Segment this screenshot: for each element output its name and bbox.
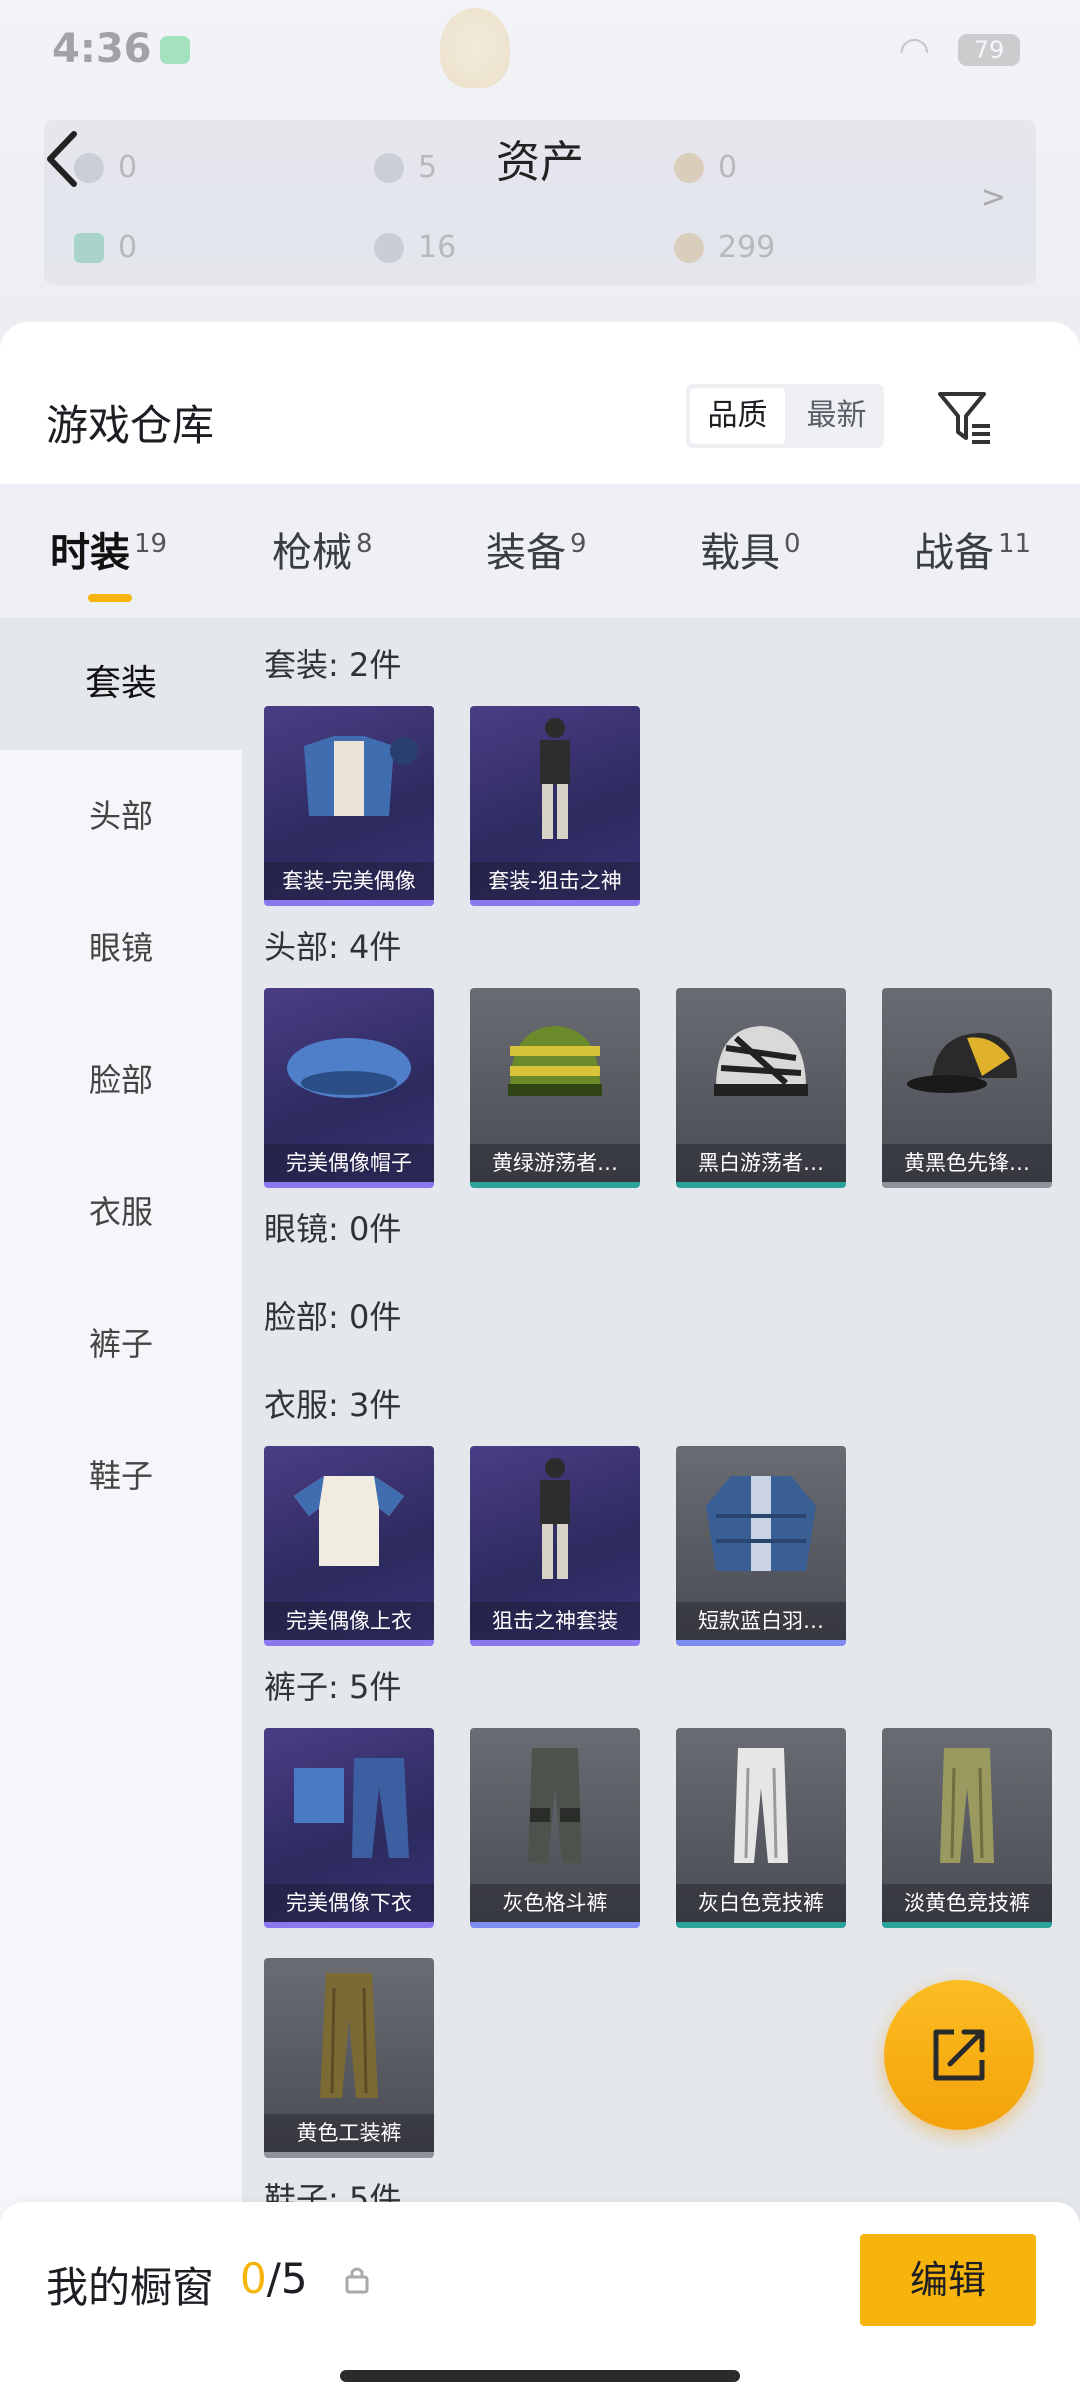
beret-icon [287, 1038, 411, 1098]
item-card[interactable]: 完美偶像帽子 [264, 988, 434, 1188]
flame-icon [440, 8, 510, 88]
item-list[interactable]: 套装: 2件 套装-完美偶像 套装-狙击之神 头部: 4件 完美偶像帽子 黄绿游… [242, 618, 1080, 2400]
section-title: 套装: 2件 [264, 646, 402, 684]
tab-vehicles[interactable]: 载具 0 [700, 520, 801, 578]
status-time: 4:36 [52, 26, 152, 72]
wifi-icon: ◠ [898, 30, 930, 71]
pants-icon [320, 1973, 378, 2098]
item-name: 灰色格斗裤 [470, 1884, 640, 1922]
shirt-icon [294, 1476, 404, 1566]
home-indicator[interactable] [340, 2370, 740, 2382]
warehouse-title: 游戏仓库 [46, 401, 215, 450]
wechat-icon [160, 36, 190, 64]
section-title: 眼镜: 0件 [264, 1210, 402, 1248]
item-name: 黄绿游荡者… [470, 1144, 640, 1182]
showcase-count: 0/5 [240, 2254, 308, 2303]
sidebar-item-shoes[interactable]: 鞋子 [0, 1410, 242, 1542]
jacket-icon [706, 1476, 816, 1571]
tab-fashion[interactable]: 时装 19 [50, 520, 167, 578]
item-card[interactable]: 灰白色竞技裤 [676, 1728, 846, 1928]
item-name: 套装-完美偶像 [264, 862, 434, 900]
warehouse-card: 游戏仓库 品质 最新 时装 19 枪械 8 装备 9 载具 0 战备 11 套装 头部 眼… [0, 322, 1080, 2400]
outfit-icon [540, 1458, 570, 1579]
outfit-icon [540, 718, 570, 839]
item-card[interactable]: 套装-狙击之神 [470, 706, 640, 906]
item-card[interactable]: 套装-完美偶像 [264, 706, 434, 906]
showcase-bar: 我的橱窗 0/5 编辑 [0, 2202, 1080, 2400]
item-name: 套装-狙击之神 [470, 862, 640, 900]
page-title: 资产 [496, 137, 584, 188]
item-name: 黄色工装裤 [264, 2114, 434, 2152]
sidebar-item-face[interactable]: 脸部 [0, 1014, 242, 1146]
showcase-label: 我的橱窗 [46, 2263, 215, 2312]
ticket-icon [74, 232, 104, 263]
asset-item: 299 [674, 230, 775, 265]
item-name: 淡黄色竞技裤 [882, 1884, 1052, 1922]
top-header: 4:36 ◠ 79 0 5 0 0 16 299 > 资产 [0, 0, 1080, 330]
pants-icon [734, 1748, 788, 1863]
item-name: 狙击之神套装 [470, 1602, 640, 1640]
side-nav: 套装 头部 眼镜 脸部 衣服 裤子 鞋子 [0, 618, 242, 2400]
sidebar-item-suits[interactable]: 套装 [0, 618, 242, 750]
sidebar-item-pants[interactable]: 裤子 [0, 1278, 242, 1410]
item-card[interactable]: 淡黄色竞技裤 [882, 1728, 1052, 1928]
item-card[interactable]: 黑白游荡者… [676, 988, 846, 1188]
edit-button[interactable]: 编辑 [860, 2234, 1036, 2326]
cap-icon [907, 1033, 1017, 1093]
coin-icon [374, 232, 404, 263]
item-name: 黄黑色先锋… [882, 1144, 1052, 1182]
item-card[interactable]: 短款蓝白羽… [676, 1446, 846, 1646]
tab-supplies[interactable]: 战备 11 [914, 520, 1031, 578]
battery-icon: 79 [958, 34, 1020, 66]
item-card[interactable]: 完美偶像上衣 [264, 1446, 434, 1646]
item-card[interactable]: 完美偶像下衣 [264, 1728, 434, 1928]
beanie-icon [714, 1026, 808, 1096]
pants-icon [940, 1748, 994, 1863]
sort-newest-button[interactable]: 最新 [789, 388, 884, 444]
category-tabs: 时装 19 枪械 8 装备 9 载具 0 战备 11 [0, 484, 1080, 618]
share-button[interactable] [884, 1980, 1034, 2130]
sort-toggle: 品质 最新 [686, 384, 884, 448]
sidebar-item-clothes[interactable]: 衣服 [0, 1146, 242, 1278]
section-title: 裤子: 5件 [264, 1668, 402, 1706]
filter-icon [938, 392, 990, 444]
item-card[interactable]: 黄黑色先锋… [882, 988, 1052, 1188]
item-name: 短款蓝白羽… [676, 1602, 846, 1640]
item-card[interactable]: 灰色格斗裤 [470, 1728, 640, 1928]
section-title: 脸部: 0件 [264, 1298, 402, 1336]
asset-item: 16 [374, 230, 456, 265]
pants-icon [528, 1748, 582, 1863]
item-card[interactable]: 狙击之神套装 [470, 1446, 640, 1646]
sidebar-item-glasses[interactable]: 眼镜 [0, 882, 242, 1014]
coin-icon [674, 232, 704, 263]
section-title: 头部: 4件 [264, 928, 402, 966]
section-title: 衣服: 3件 [264, 1386, 402, 1424]
share-icon [933, 2029, 985, 2081]
filter-button[interactable] [934, 386, 996, 448]
pants-icon [294, 1758, 409, 1858]
item-name: 完美偶像帽子 [264, 1144, 434, 1182]
active-tab-indicator [88, 594, 132, 602]
item-name: 灰白色竞技裤 [676, 1884, 846, 1922]
lock-icon [345, 2267, 369, 2294]
sidebar-item-head[interactable]: 头部 [0, 750, 242, 882]
tab-guns[interactable]: 枪械 8 [272, 520, 373, 578]
sort-quality-button[interactable]: 品质 [690, 388, 785, 444]
outfit-icon [304, 736, 418, 816]
item-name: 完美偶像上衣 [264, 1602, 434, 1640]
item-name: 完美偶像下衣 [264, 1884, 434, 1922]
status-bar: 4:36 ◠ 79 [0, 0, 1080, 100]
beanie-icon [508, 1026, 602, 1096]
item-card[interactable]: 黄绿游荡者… [470, 988, 640, 1188]
asset-item: 0 [74, 230, 137, 265]
item-name: 黑白游荡者… [676, 1144, 846, 1182]
item-card[interactable]: 黄色工装裤 [264, 1958, 434, 2158]
tab-equipment[interactable]: 装备 9 [486, 520, 587, 578]
